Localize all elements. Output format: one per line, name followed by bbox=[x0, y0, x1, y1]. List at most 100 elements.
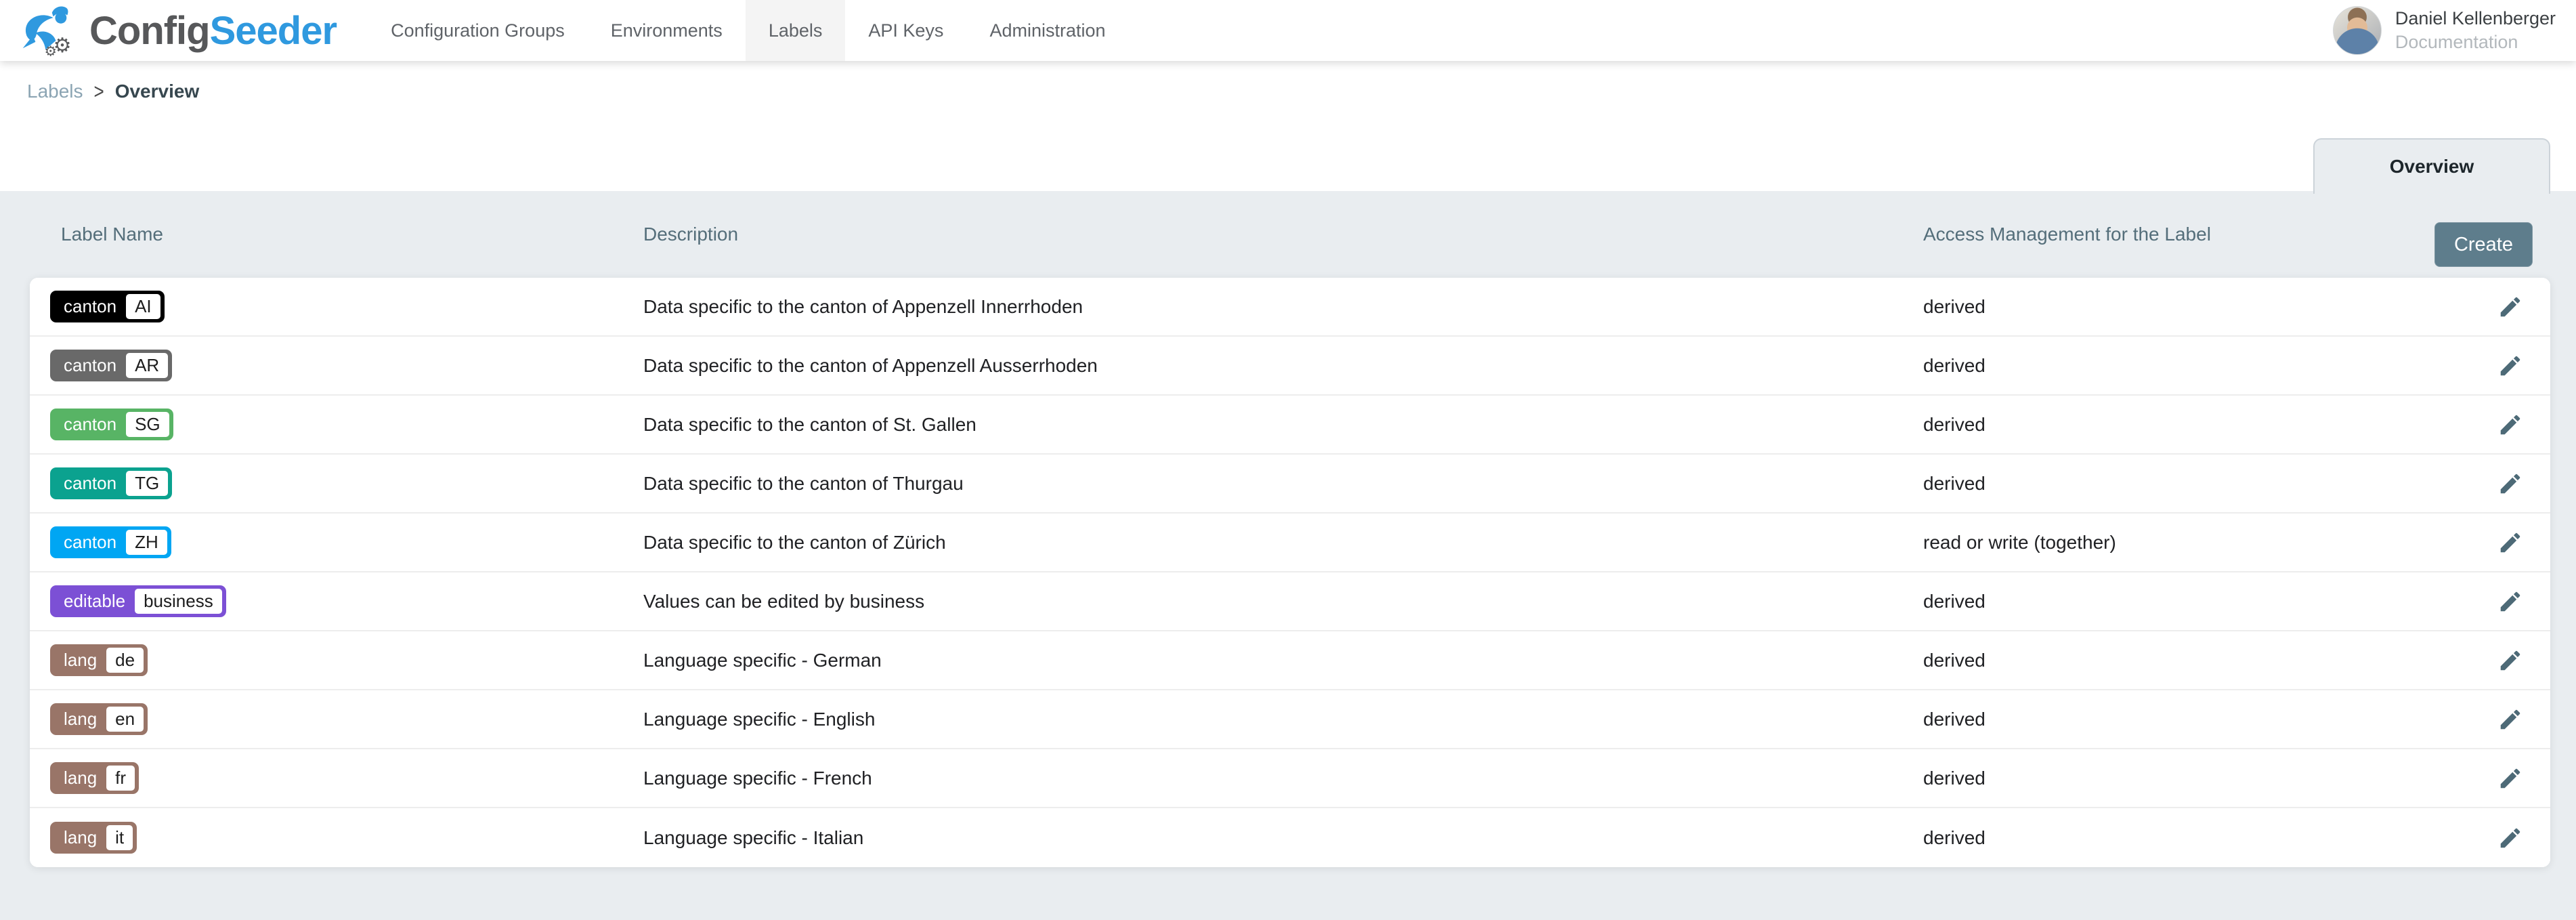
label-description: Language specific - English bbox=[643, 709, 1923, 730]
app-logo[interactable]: ⚙ ⚙ ConfigSeeder bbox=[19, 0, 337, 61]
label-cell: editable business bbox=[50, 585, 643, 617]
app-header: ⚙ ⚙ ConfigSeeder Configuration Groups En… bbox=[0, 0, 2576, 61]
label-value: business bbox=[135, 589, 222, 614]
label-access-management: derived bbox=[1923, 827, 2435, 849]
brand-config: Config bbox=[89, 9, 210, 53]
edit-pencil-icon[interactable] bbox=[2497, 707, 2523, 732]
edit-pencil-icon[interactable] bbox=[2497, 766, 2523, 791]
edit-cell bbox=[2435, 530, 2530, 556]
col-header-label-name: Label Name bbox=[61, 224, 643, 245]
col-header-description: Description bbox=[643, 224, 1923, 245]
label-key: canton bbox=[64, 414, 116, 435]
label-value: de bbox=[106, 648, 144, 673]
label-badge: lang fr bbox=[50, 762, 139, 794]
label-cell: canton TG bbox=[50, 467, 643, 499]
edit-pencil-icon[interactable] bbox=[2497, 825, 2523, 851]
table-header-row: Label Name Description Access Management… bbox=[30, 191, 2550, 278]
label-badge: editable business bbox=[50, 585, 226, 617]
edit-cell bbox=[2435, 648, 2530, 673]
label-key: canton bbox=[64, 473, 116, 494]
label-access-management: derived bbox=[1923, 650, 2435, 671]
label-badge: canton AI bbox=[50, 291, 165, 322]
edit-cell bbox=[2435, 412, 2530, 438]
edit-pencil-icon[interactable] bbox=[2497, 648, 2523, 673]
label-cell: canton AR bbox=[50, 350, 643, 381]
user-name: Daniel Kellenberger bbox=[2395, 7, 2556, 30]
configseeder-logo-icon: ⚙ ⚙ bbox=[19, 5, 80, 56]
brand-seeder: Seeder bbox=[210, 9, 337, 53]
edit-pencil-icon[interactable] bbox=[2497, 353, 2523, 379]
breadcrumb-parent[interactable]: Labels bbox=[27, 81, 83, 102]
label-badge: lang it bbox=[50, 822, 137, 854]
label-cell: lang it bbox=[50, 822, 643, 854]
col-header-access: Access Management for the Label bbox=[1923, 224, 2455, 245]
edit-cell bbox=[2435, 471, 2530, 497]
edit-cell bbox=[2435, 589, 2530, 614]
label-cell: canton AI bbox=[50, 291, 643, 322]
edit-cell bbox=[2435, 707, 2530, 732]
edit-cell bbox=[2435, 766, 2530, 791]
label-key: lang bbox=[64, 827, 97, 848]
user-documentation-link[interactable]: Documentation bbox=[2395, 30, 2556, 54]
label-value: AR bbox=[126, 353, 168, 378]
brand-wordmark: ConfigSeeder bbox=[89, 8, 337, 54]
label-access-management: derived bbox=[1923, 473, 2435, 495]
label-key: canton bbox=[64, 532, 116, 553]
label-description: Values can be edited by business bbox=[643, 591, 1923, 612]
label-description: Data specific to the canton of Thurgau bbox=[643, 473, 1923, 495]
edit-cell bbox=[2435, 353, 2530, 379]
nav-item-configuration-groups[interactable]: Configuration Groups bbox=[368, 0, 588, 61]
label-value: fr bbox=[106, 766, 135, 791]
label-badge: lang de bbox=[50, 644, 148, 676]
label-value: AI bbox=[126, 294, 160, 319]
edit-pencil-icon[interactable] bbox=[2497, 471, 2523, 497]
table-row: canton AR Data specific to the canton of… bbox=[30, 337, 2550, 396]
label-key: lang bbox=[64, 768, 97, 789]
label-access-management: read or write (together) bbox=[1923, 532, 2435, 553]
label-access-management: derived bbox=[1923, 709, 2435, 730]
svg-text:⚙: ⚙ bbox=[45, 43, 57, 56]
label-description: Language specific - French bbox=[643, 768, 1923, 789]
user-menu[interactable]: Daniel Kellenberger Documentation bbox=[2333, 0, 2576, 61]
label-description: Data specific to the canton of Appenzell… bbox=[643, 355, 1923, 377]
table-row: canton ZH Data specific to the canton of… bbox=[30, 514, 2550, 572]
label-key: lang bbox=[64, 650, 97, 671]
edit-cell bbox=[2435, 825, 2530, 851]
label-cell: lang en bbox=[50, 703, 643, 735]
label-cell: lang de bbox=[50, 644, 643, 676]
edit-pencil-icon[interactable] bbox=[2497, 589, 2523, 614]
label-key: canton bbox=[64, 296, 116, 317]
label-description: Data specific to the canton of Appenzell… bbox=[643, 296, 1923, 318]
table-row: canton SG Data specific to the canton of… bbox=[30, 396, 2550, 455]
create-button[interactable]: Create bbox=[2434, 222, 2533, 267]
label-cell: canton ZH bbox=[50, 526, 643, 558]
nav-item-api-keys[interactable]: API Keys bbox=[845, 0, 966, 61]
edit-pencil-icon[interactable] bbox=[2497, 530, 2523, 556]
table-row: lang en Language specific - English deri… bbox=[30, 690, 2550, 749]
labels-table: canton AI Data specific to the canton of… bbox=[30, 278, 2550, 867]
edit-pencil-icon[interactable] bbox=[2497, 412, 2523, 438]
label-value: en bbox=[106, 707, 144, 732]
label-cell: lang fr bbox=[50, 762, 643, 794]
label-badge: canton AR bbox=[50, 350, 172, 381]
label-key: canton bbox=[64, 355, 116, 376]
tab-overview[interactable]: Overview bbox=[2313, 138, 2550, 194]
breadcrumb: Labels > Overview bbox=[0, 61, 2576, 122]
label-badge: canton ZH bbox=[50, 526, 171, 558]
label-value: TG bbox=[126, 471, 168, 496]
table-row: canton AI Data specific to the canton of… bbox=[30, 278, 2550, 337]
nav-item-labels[interactable]: Labels bbox=[746, 0, 846, 61]
table-row: editable business Values can be edited b… bbox=[30, 572, 2550, 631]
breadcrumb-current: Overview bbox=[115, 81, 200, 102]
table-row: lang fr Language specific - French deriv… bbox=[30, 749, 2550, 808]
table-row: lang de Language specific - German deriv… bbox=[30, 631, 2550, 690]
label-access-management: derived bbox=[1923, 355, 2435, 377]
label-description: Data specific to the canton of St. Galle… bbox=[643, 414, 1923, 436]
label-description: Data specific to the canton of Zürich bbox=[643, 532, 1923, 553]
user-avatar[interactable] bbox=[2333, 6, 2382, 55]
table-row: canton TG Data specific to the canton of… bbox=[30, 455, 2550, 514]
edit-pencil-icon[interactable] bbox=[2497, 294, 2523, 320]
nav-item-administration[interactable]: Administration bbox=[966, 0, 1128, 61]
nav-item-environments[interactable]: Environments bbox=[588, 0, 746, 61]
label-access-management: derived bbox=[1923, 296, 2435, 318]
